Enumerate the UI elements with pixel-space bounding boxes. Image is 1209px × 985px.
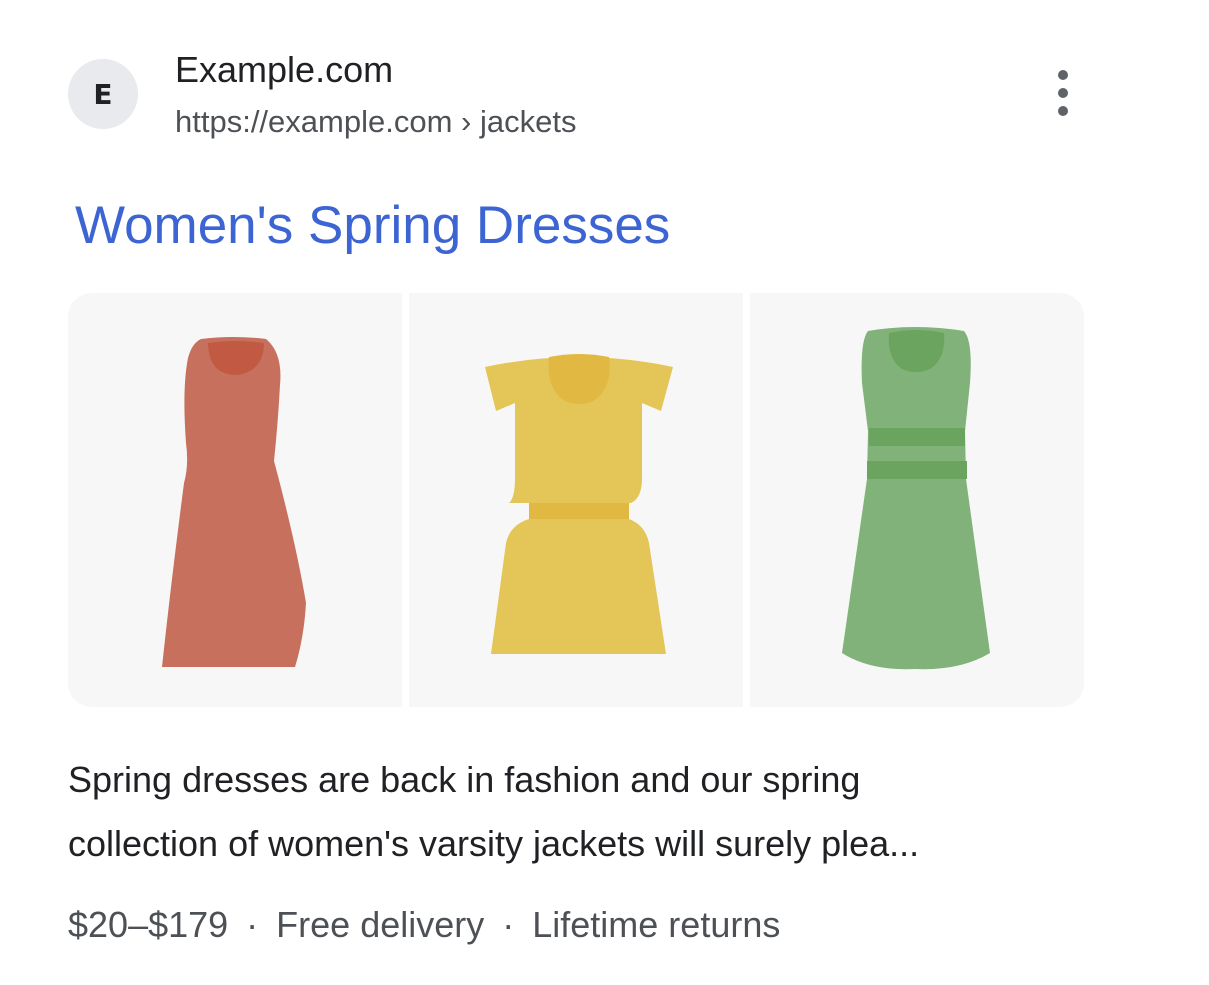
green-dress-image[interactable]	[750, 293, 1084, 707]
site-name[interactable]: Example.com	[175, 48, 393, 92]
breadcrumb-separator: ›	[461, 104, 472, 139]
returns-info: Lifetime returns	[532, 904, 781, 945]
delivery-info: Free delivery	[276, 904, 485, 945]
green-dress-icon	[842, 327, 990, 670]
favicon-letter: E	[93, 77, 113, 111]
result-meta: $20–$179 · Free delivery · Lifetime returns	[68, 897, 780, 953]
site-favicon[interactable]: E	[68, 59, 138, 129]
result-title-link[interactable]: Women's Spring Dresses	[75, 194, 670, 258]
price-range: $20–$179	[68, 904, 229, 945]
snippet-line: Spring dresses are back in fashion and o…	[68, 759, 861, 800]
yellow-dress-icon	[485, 354, 673, 654]
result-snippet: Spring dresses are back in fashion and o…	[68, 748, 1088, 876]
more-options-button[interactable]	[1046, 70, 1080, 116]
more-vert-icon	[1058, 70, 1068, 80]
more-vert-icon-dot	[1058, 106, 1068, 116]
yellow-dress-image[interactable]	[409, 293, 743, 707]
image-gallery	[68, 293, 1084, 707]
meta-separator: ·	[502, 904, 515, 945]
site-url[interactable]: https://example.com › jackets	[175, 102, 576, 142]
red-dress-image[interactable]	[68, 293, 402, 707]
meta-separator: ·	[246, 904, 259, 945]
more-vert-icon-dot	[1058, 88, 1068, 98]
search-result: E Example.com https://example.com › jack…	[0, 0, 1209, 985]
breadcrumb-item: jackets	[479, 104, 577, 139]
red-dress-icon	[162, 337, 306, 667]
url-text: https://example.com	[175, 104, 453, 139]
snippet-line: collection of women's varsity jackets wi…	[68, 823, 920, 864]
